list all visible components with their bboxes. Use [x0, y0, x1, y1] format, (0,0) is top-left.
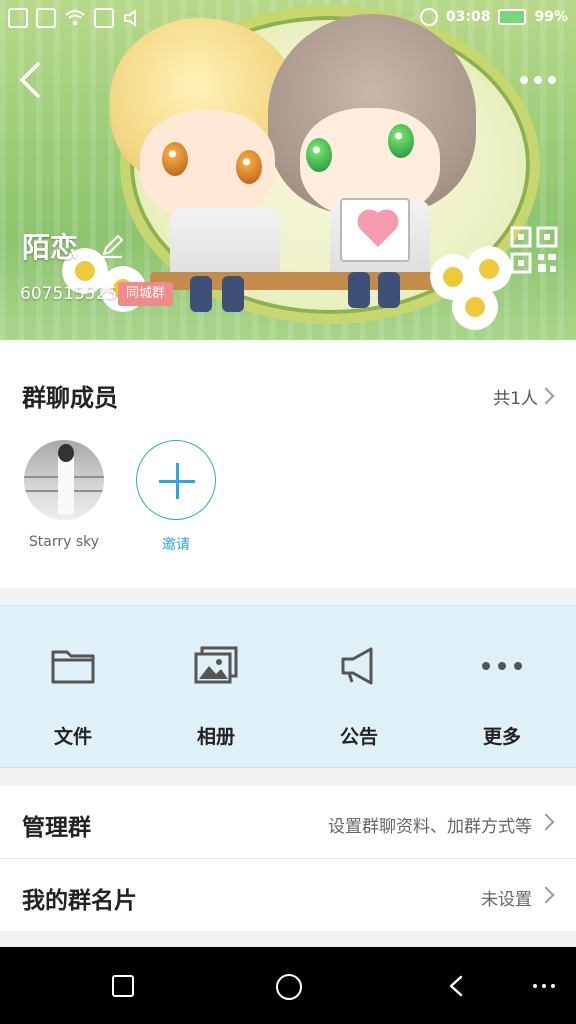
group-header-banner: 03:08 99% 陌恋 607515525 同城群 [0, 0, 576, 340]
more-dots-icon [482, 662, 522, 670]
more-icon[interactable] [516, 68, 560, 92]
tool-more-label: 更多 [482, 726, 521, 748]
plus-icon-v [176, 463, 179, 499]
status-bar: 03:08 99% [0, 0, 576, 36]
qr-code-icon[interactable] [510, 226, 558, 274]
invite-button[interactable] [136, 440, 216, 520]
battery-icon [498, 9, 527, 25]
status-right-icons: 03:08 99% [419, 8, 568, 26]
members-section: 群聊成员 共1人 Starry sky 邀请 [0, 340, 576, 588]
illustration-leg [190, 276, 212, 312]
manage-group-title: 管理群 [22, 815, 91, 841]
tool-more[interactable]: 更多 [442, 644, 562, 749]
mute-icon [124, 9, 136, 27]
system-navigation-bar [0, 947, 576, 1024]
group-card-title: 我的群名片 [22, 888, 137, 914]
sim1-icon [8, 8, 28, 28]
tool-file[interactable]: 文件 [13, 644, 133, 749]
group-tools-grid: 文件 相册 公告 更多 [0, 605, 576, 768]
tool-album[interactable]: 相册 [156, 644, 276, 749]
illustration-leg [348, 272, 370, 308]
wifi-icon [65, 10, 85, 25]
tool-announcement[interactable]: 公告 [299, 644, 419, 749]
home-icon[interactable] [276, 974, 302, 1000]
chevron-right-icon [537, 813, 555, 831]
folder-icon [51, 650, 95, 684]
alarm-icon [419, 8, 438, 26]
group-card-value: 未设置 [481, 890, 532, 910]
group-card-row[interactable]: 我的群名片 未设置 [0, 859, 576, 931]
member-name: Starry sky [28, 534, 100, 550]
chevron-right-icon [537, 886, 555, 904]
invite-item[interactable]: 邀请 [134, 440, 218, 554]
illustration-leg [222, 276, 244, 312]
member-item[interactable]: Starry sky [22, 440, 106, 550]
manage-group-row[interactable]: 管理群 设置群聊资料、加群方式等 [0, 786, 576, 858]
image-icon [94, 8, 114, 28]
members-count[interactable]: 共1人 [493, 384, 538, 409]
chevron-right-icon[interactable] [537, 387, 555, 405]
manage-group-value: 设置群聊资料、加群方式等 [328, 817, 532, 837]
status-left-icons [8, 8, 142, 28]
menu-icon[interactable] [532, 983, 556, 989]
status-time: 03:08 [445, 9, 491, 25]
back-nav-icon[interactable] [446, 975, 468, 997]
recent-apps-icon[interactable] [112, 975, 134, 997]
members-title: 群聊成员 [22, 384, 118, 412]
avatar-hair [58, 444, 74, 462]
back-icon[interactable] [12, 58, 52, 102]
sim2-icon [36, 8, 56, 28]
tool-file-label: 文件 [53, 726, 92, 748]
daisy-flower [452, 284, 498, 330]
illustration-heart-card [340, 198, 410, 262]
group-name: 陌恋 [22, 231, 79, 264]
illustration-eye [236, 150, 262, 184]
illustration-eye [306, 138, 332, 172]
member-avatar[interactable] [24, 440, 104, 520]
illustration-leg [378, 272, 400, 308]
tool-album-label: 相册 [196, 726, 235, 748]
invite-label: 邀请 [162, 537, 190, 553]
illustration-eye [388, 124, 414, 158]
group-tag: 同城群 [118, 282, 174, 306]
megaphone-icon [341, 647, 373, 685]
edit-icon[interactable] [98, 232, 126, 260]
heart-icon [361, 213, 395, 247]
tool-announcement-label: 公告 [339, 726, 378, 748]
album-icon [194, 646, 238, 684]
battery-percent: 99% [534, 9, 568, 25]
illustration-eye [162, 142, 188, 176]
group-id: 607515525 [20, 284, 118, 304]
